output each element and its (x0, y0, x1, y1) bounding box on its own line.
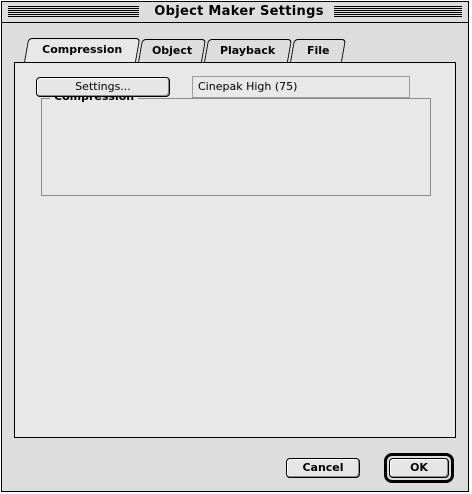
tab-panel-compression: Compression (14, 62, 456, 438)
title-bar-stripes-left (8, 6, 139, 17)
title-bar-stripes-right (334, 6, 462, 17)
cancel-button[interactable]: Cancel (286, 458, 360, 478)
tab-compression[interactable]: Compression (24, 38, 141, 62)
title-bar[interactable]: Object Maker Settings (2, 2, 468, 23)
tab-playback[interactable]: Playback (204, 39, 293, 62)
tab-strip: Compression Object Playback File (12, 38, 452, 62)
tab-object-label: Object (151, 44, 193, 57)
compression-group: Compression (41, 90, 431, 196)
window-title: Object Maker Settings (154, 4, 324, 19)
tab-file[interactable]: File (290, 39, 347, 62)
settings-window: Object Maker Settings Compression Object… (1, 1, 469, 492)
tab-playback-label: Playback (220, 44, 276, 57)
tab-object[interactable]: Object (138, 39, 207, 62)
settings-button[interactable]: Settings... (36, 77, 170, 97)
tab-file-label: File (306, 44, 330, 57)
ok-button[interactable]: OK (389, 458, 449, 478)
tab-compression-label: Compression (42, 43, 123, 56)
compression-value-field: Cinepak High (75) (192, 76, 410, 98)
